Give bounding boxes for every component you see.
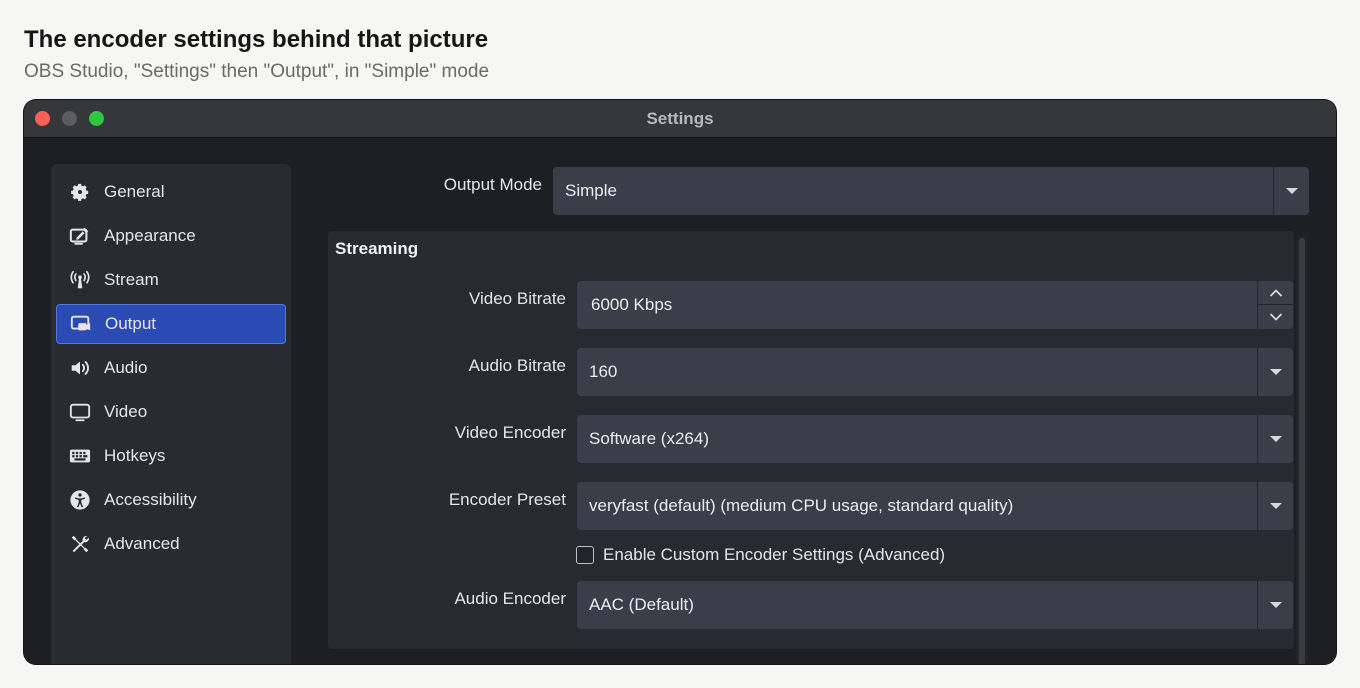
video-bitrate-value: 6000 Kbps — [591, 295, 673, 314]
sidebar-item-label: Audio — [104, 358, 148, 377]
tools-icon — [68, 532, 92, 556]
dropdown-arrow-icon[interactable] — [1257, 348, 1293, 396]
sidebar-item-label: Appearance — [104, 226, 196, 245]
audio-bitrate-label: Audio Bitrate — [468, 356, 566, 375]
keyboard-icon — [68, 444, 92, 468]
caption-subtitle: OBS Studio, "Settings" then "Output", in… — [24, 61, 490, 82]
sidebar-item-hotkeys[interactable]: Hotkeys — [56, 436, 286, 476]
output-mode-value: Simple — [565, 181, 617, 200]
sidebar-item-audio[interactable]: Audio — [56, 348, 286, 388]
sidebar-item-stream[interactable]: Stream — [56, 260, 286, 300]
window-title: Settings — [646, 109, 714, 128]
video-bitrate-label: Video Bitrate — [468, 289, 566, 308]
audio-bitrate-value: 160 — [589, 362, 618, 381]
accessibility-icon — [68, 488, 92, 512]
sidebar-item-label: Accessibility — [104, 490, 197, 509]
dropdown-arrow-icon[interactable] — [1257, 581, 1293, 629]
sidebar-item-appearance[interactable]: Appearance — [56, 216, 286, 256]
settings-sidebar: General Appearance Stream Output Audio V… — [51, 164, 291, 664]
monitor-icon — [68, 400, 92, 424]
dropdown-arrow-icon[interactable] — [1273, 167, 1309, 215]
sidebar-item-label: Stream — [104, 270, 159, 289]
antenna-icon — [68, 268, 92, 292]
video-encoder-value: Software (x264) — [589, 429, 709, 448]
settings-main-panel: Output Mode Simple Streaming Video Bitra… — [304, 138, 1336, 664]
sidebar-item-video[interactable]: Video — [56, 392, 286, 432]
video-encoder-select[interactable]: Software (x264) — [577, 415, 1293, 463]
audio-encoder-label: Audio Encoder — [454, 589, 566, 608]
sidebar-item-label: Output — [105, 314, 157, 333]
custom-encoder-settings-checkbox[interactable] — [576, 546, 594, 564]
output-mode-label: Output Mode — [443, 175, 542, 194]
sidebar-item-label: Hotkeys — [104, 446, 166, 465]
sidebar-item-label: Video — [104, 402, 148, 421]
chevron-down-icon — [1269, 313, 1282, 321]
encoder-preset-select[interactable]: veryfast (default) (medium CPU usage, st… — [577, 482, 1293, 530]
speaker-icon — [68, 356, 92, 380]
audio-bitrate-select[interactable]: 160 — [577, 348, 1293, 396]
decrement-button[interactable] — [1258, 305, 1293, 329]
sidebar-item-output[interactable]: Output — [56, 304, 286, 344]
dropdown-arrow-icon[interactable] — [1257, 482, 1293, 530]
increment-button[interactable] — [1258, 281, 1293, 305]
gear-icon — [68, 180, 92, 204]
scrollbar-thumb[interactable] — [1299, 238, 1305, 664]
streaming-group-title: Streaming — [335, 239, 419, 258]
sidebar-item-label: General — [104, 182, 165, 201]
sidebar-item-accessibility[interactable]: Accessibility — [56, 480, 286, 520]
encoder-preset-label: Encoder Preset — [448, 490, 566, 509]
chevron-up-icon — [1269, 288, 1282, 297]
audio-encoder-select[interactable]: AAC (Default) — [577, 581, 1293, 629]
settings-content: General Appearance Stream Output Audio V… — [24, 138, 1336, 664]
output-mode-select[interactable]: Simple — [553, 167, 1309, 215]
custom-encoder-settings-label: Enable Custom Encoder Settings (Advanced… — [603, 545, 946, 564]
custom-encoder-settings-row[interactable]: Enable Custom Encoder Settings (Advanced… — [576, 545, 945, 565]
sidebar-item-general[interactable]: General — [56, 172, 286, 212]
output-icon — [69, 312, 93, 336]
sidebar-item-advanced[interactable]: Advanced — [56, 524, 286, 564]
dropdown-arrow-icon[interactable] — [1257, 415, 1293, 463]
appearance-icon — [68, 224, 92, 248]
settings-window: Settings General Appearance Stream Outpu… — [24, 100, 1336, 664]
streaming-group: Streaming Video Bitrate 6000 Kbps Audio … — [328, 231, 1294, 649]
sidebar-item-label: Advanced — [104, 534, 180, 553]
audio-encoder-value: AAC (Default) — [589, 595, 694, 614]
encoder-preset-value: veryfast (default) (medium CPU usage, st… — [589, 496, 1014, 515]
caption-title: The encoder settings behind that picture — [24, 26, 489, 53]
video-bitrate-spinbox[interactable]: 6000 Kbps — [577, 281, 1293, 329]
video-encoder-label: Video Encoder — [454, 423, 566, 442]
title-bar: Settings — [24, 100, 1336, 138]
vertical-scrollbar[interactable] — [1296, 234, 1308, 664]
spinbox-buttons — [1257, 281, 1293, 329]
